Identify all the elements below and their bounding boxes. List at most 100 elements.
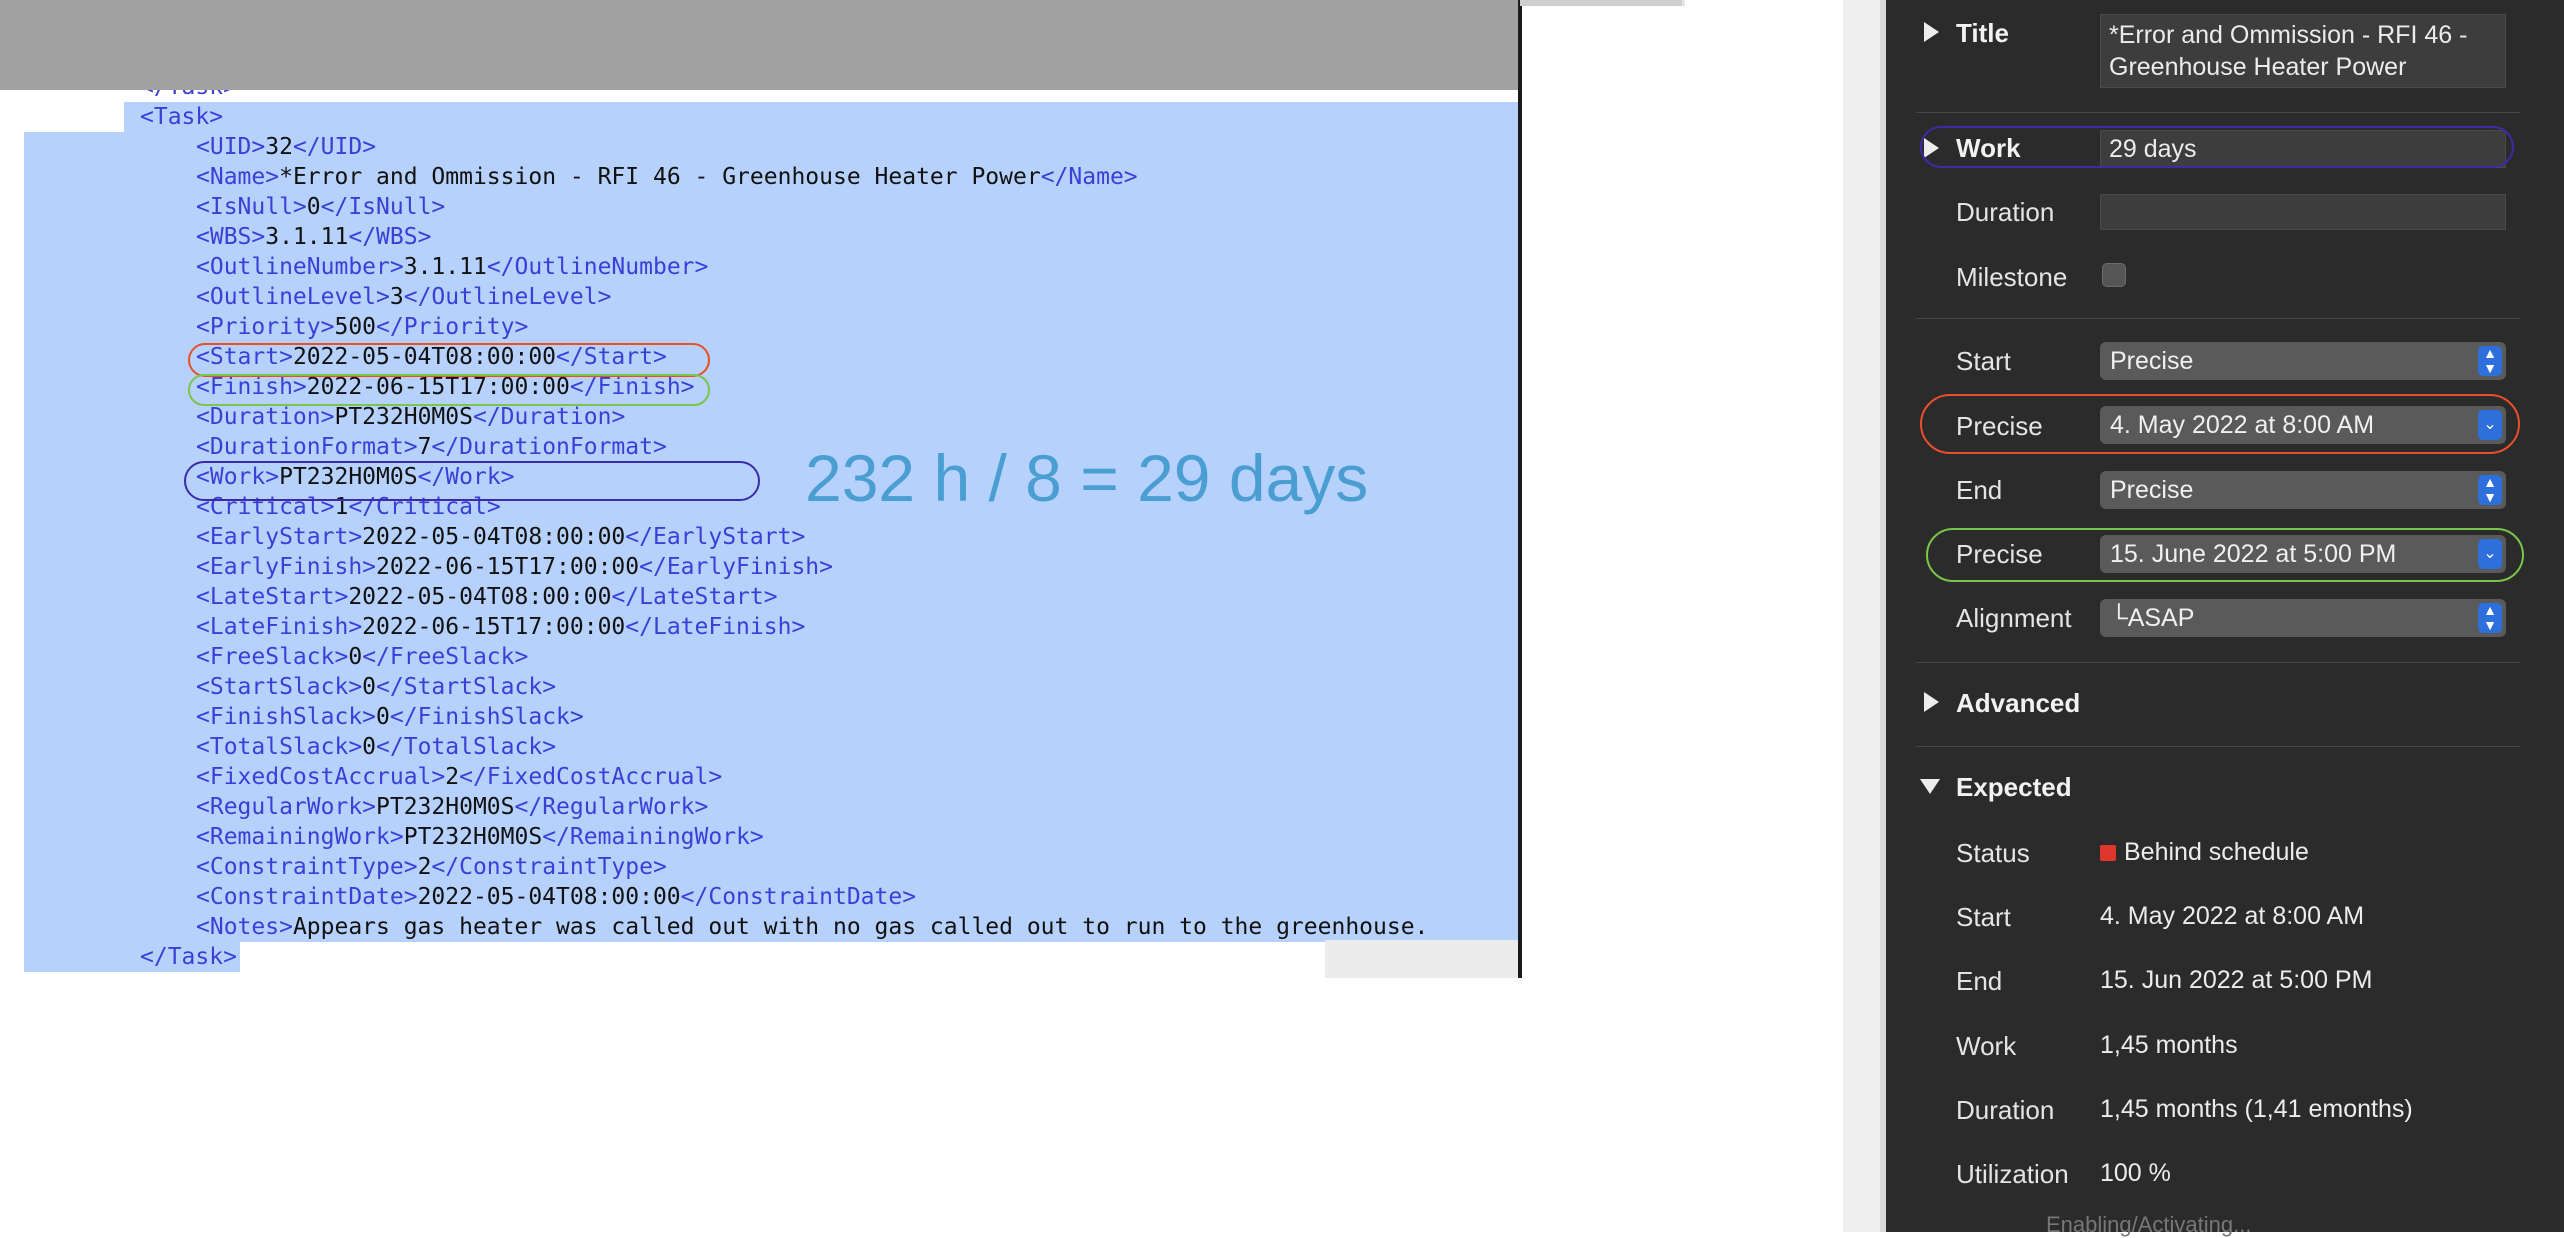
- xml-code-view[interactable]: </Task><Task><UID>32</UID><Name>*Error a…: [0, 90, 1518, 978]
- xml-close-tag: </FreeSlack>: [362, 644, 529, 670]
- xml-value: 2022-06-15T17:00:00: [376, 554, 640, 580]
- alignment-value: └ASAP: [2110, 604, 2195, 632]
- xml-value: 0: [362, 734, 377, 760]
- work-days-annotation: 232 h / 8 = 29 days: [805, 441, 1369, 515]
- expected-utilization-label: Utilization: [1956, 1159, 2069, 1189]
- xml-close-tag: </FixedCostAccrual>: [459, 764, 723, 790]
- milestone-checkbox[interactable]: [2102, 263, 2126, 287]
- xml-value: 3.1.11: [403, 254, 487, 280]
- xml-line: <EarlyFinish>2022-06-15T17:00:00</EarlyF…: [196, 552, 833, 582]
- xml-open-tag: <IsNull>: [196, 194, 307, 220]
- xml-value: 3.1.11: [265, 224, 349, 250]
- finish-marker-outline: [188, 374, 710, 406]
- xml-line: <Duration>PT232H0M0S</Duration>: [196, 402, 625, 432]
- xml-open-tag: <FreeSlack>: [196, 644, 349, 670]
- xml-line: <FixedCostAccrual>2</FixedCostAccrual>: [196, 762, 722, 792]
- alignment-label: Alignment: [1956, 603, 2072, 633]
- duration-field[interactable]: [2100, 194, 2506, 230]
- title-label: Title: [1956, 18, 2009, 48]
- work-field-marker-outline: [1920, 126, 2514, 168]
- xml-close-tag: </IsNull>: [320, 194, 446, 220]
- xml-value: 2: [417, 854, 432, 880]
- xml-open-tag: <WBS>: [196, 224, 266, 250]
- status-indicator-icon: [2100, 845, 2116, 861]
- xml-line: <LateFinish>2022-06-15T17:00:00</LateFin…: [196, 612, 805, 642]
- xml-value: 0: [376, 704, 390, 730]
- title-field[interactable]: *Error and Ommission - RFI 46 - Greenhou…: [2100, 14, 2506, 88]
- xml-close-tag: </UID>: [292, 134, 377, 160]
- xml-line: <RegularWork>PT232H0M0S</RegularWork>: [196, 792, 708, 822]
- end-mode-value: Precise: [2110, 476, 2194, 504]
- updown-arrows-icon: ▲ ▼: [2478, 346, 2502, 376]
- expected-disclosure-icon[interactable]: [1920, 779, 1940, 794]
- xml-open-tag: <ConstraintType>: [196, 854, 418, 880]
- xml-value: 0: [348, 644, 363, 670]
- advanced-disclosure-icon[interactable]: [1924, 692, 1939, 712]
- start-mode-popup[interactable]: Precise ▲ ▼: [2100, 342, 2506, 380]
- xml-value: 3: [389, 284, 404, 310]
- expected-status-label: Status: [1956, 838, 2030, 868]
- xml-close-tag: </LateStart>: [611, 584, 778, 610]
- xml-open-tag: <Task>: [140, 104, 224, 130]
- xml-value: 32: [265, 134, 293, 160]
- xml-line: <FreeSlack>0</FreeSlack>: [196, 642, 528, 672]
- start-mode-value: Precise: [2110, 347, 2194, 375]
- xml-value: Appears gas heater was called out with n…: [292, 914, 1429, 940]
- xml-close-tag: </FinishSlack>: [389, 704, 584, 730]
- xml-open-tag: <StartSlack>: [196, 674, 363, 700]
- end-mode-popup[interactable]: Precise ▲ ▼: [2100, 471, 2506, 509]
- xml-value: 500: [334, 314, 377, 340]
- xml-value: 2: [445, 764, 460, 790]
- xml-line: <FinishSlack>0</FinishSlack>: [196, 702, 584, 732]
- window-strip-edge: [1682, 0, 1685, 6]
- xml-line: <ConstraintDate>2022-05-04T08:00:00</Con…: [196, 882, 916, 912]
- xml-close-tag: </OutlineLevel>: [403, 284, 612, 310]
- end-label: End: [1956, 475, 2003, 505]
- xml-open-tag: <LateFinish>: [196, 614, 363, 640]
- xml-open-tag: </Task>: [140, 90, 237, 100]
- separator: [1916, 746, 2520, 747]
- xml-open-tag: <DurationFormat>: [196, 434, 418, 460]
- xml-line: <RemainingWork>PT232H0M0S</RemainingWork…: [196, 822, 764, 852]
- xml-line: <ConstraintType>2</ConstraintType>: [196, 852, 667, 882]
- expected-work-label: Work: [1956, 1031, 2017, 1061]
- xml-line: <StartSlack>0</StartSlack>: [196, 672, 556, 702]
- xml-open-tag: <FinishSlack>: [196, 704, 377, 730]
- xml-value: *Error and Ommission - RFI 46 - Greenhou…: [279, 164, 1041, 190]
- xml-value: PT232H0M0S: [334, 404, 473, 430]
- xml-close-tag: </OutlineNumber>: [486, 254, 709, 280]
- xml-close-tag: </DurationFormat>: [431, 434, 667, 460]
- expected-utilization-value: 100 %: [2100, 1159, 2171, 1187]
- xml-close-tag: </ConstraintDate>: [680, 884, 917, 910]
- xml-close-tag: </Name>: [1040, 164, 1138, 190]
- expected-duration-label: Duration: [1956, 1095, 2055, 1125]
- selection-highlight: [124, 102, 1518, 132]
- xml-close-tag: </LateFinish>: [625, 614, 806, 640]
- xml-open-tag: <OutlineLevel>: [196, 284, 390, 310]
- xml-close-tag: </TotalSlack>: [376, 734, 557, 760]
- xml-value: 2022-05-04T08:00:00: [348, 584, 612, 610]
- expected-start-label: Start: [1956, 902, 2011, 932]
- xml-open-tag: <FixedCostAccrual>: [196, 764, 446, 790]
- xml-line: <Name>*Error and Ommission - RFI 46 - Gr…: [196, 162, 1138, 192]
- xml-line: <EarlyStart>2022-05-04T08:00:00</EarlySt…: [196, 522, 805, 552]
- separator: [1916, 318, 2520, 319]
- xml-open-tag: <Name>: [196, 164, 280, 190]
- task-inspector-panel: Title *Error and Ommission - RFI 46 - Gr…: [1880, 0, 2564, 1237]
- advanced-section-label[interactable]: Advanced: [1956, 688, 2080, 719]
- xml-value: 0: [362, 674, 377, 700]
- xml-value: PT232H0M0S: [403, 824, 543, 850]
- xml-close-tag: </EarlyStart>: [625, 524, 806, 550]
- xml-open-tag: <UID>: [196, 134, 266, 160]
- xml-value: 7: [417, 434, 432, 460]
- work-marker-outline: [184, 461, 760, 501]
- xml-open-tag: <RegularWork>: [196, 794, 377, 820]
- expected-section-label[interactable]: Expected: [1956, 772, 2072, 803]
- title-disclosure-icon[interactable]: [1924, 22, 1939, 42]
- xml-open-tag: <ConstraintDate>: [196, 884, 418, 910]
- xml-open-tag: <Duration>: [196, 404, 335, 430]
- alignment-popup[interactable]: └ASAP ▲ ▼: [2100, 599, 2506, 637]
- xml-line: <Notes>Appears gas heater was called out…: [196, 912, 1428, 942]
- xml-value: 2022-05-04T08:00:00: [417, 884, 681, 910]
- xml-close-tag: </Duration>: [472, 404, 626, 430]
